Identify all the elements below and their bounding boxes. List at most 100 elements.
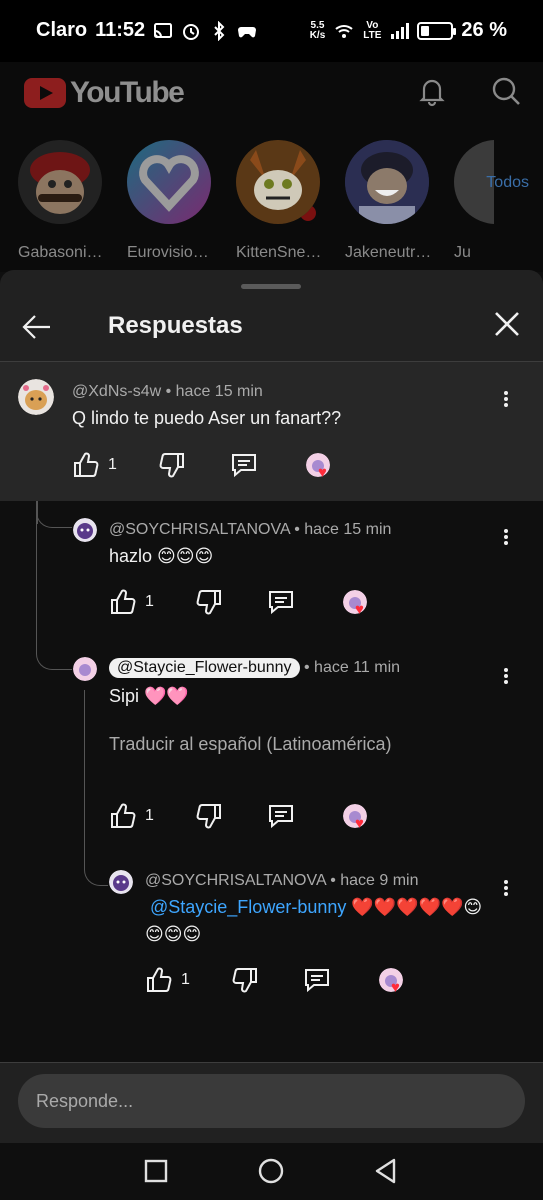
creator-heart-badge: ♥	[306, 453, 336, 483]
comment-text-line2: 😊😊😊	[145, 924, 202, 944]
thumbs-down-icon	[232, 968, 257, 993]
back-nav-icon[interactable]	[372, 1157, 400, 1185]
like-count: 1	[145, 593, 154, 610]
comment-time: hace 11 min	[314, 659, 401, 676]
more-options-icon[interactable]	[501, 878, 511, 902]
channel-item[interactable]: Ju	[454, 140, 494, 262]
mention-link[interactable]: @Staycie_Flower-bunny	[150, 897, 346, 917]
sheet-title: Respuestas	[108, 312, 243, 339]
like-count: 1	[145, 807, 154, 824]
comment-handle-highlighted[interactable]: @Staycie_Flower-bunny	[109, 658, 300, 678]
channel-avatar	[345, 140, 429, 224]
channel-item[interactable]: Eurovisio…	[127, 140, 319, 262]
game-controller-icon	[238, 26, 257, 37]
bell-icon[interactable]	[415, 74, 449, 108]
like-button[interactable]: 1	[109, 802, 154, 830]
replies-thread: @XdNs-s4w • hace 15 min Q lindo te puedo…	[0, 362, 543, 1062]
dislike-button[interactable]	[195, 802, 223, 830]
channel-item[interactable]: Gabasoni…	[18, 140, 108, 262]
thumbs-up-icon	[147, 967, 172, 992]
channel-avatar	[236, 140, 320, 224]
like-button[interactable]: 1	[72, 451, 117, 479]
thumbs-down-icon	[196, 590, 221, 615]
comment-actions: 1 ♥	[145, 966, 425, 1000]
youtube-logo[interactable]: YouTube	[24, 76, 185, 110]
dislike-button[interactable]	[195, 588, 223, 616]
volte-indicator: Vo LTE	[363, 19, 382, 41]
thumbs-down-icon	[196, 804, 221, 829]
avatar[interactable]	[18, 379, 54, 415]
comment-time: hace 15 min	[175, 383, 263, 400]
comment-actions: 1 ♥	[109, 588, 389, 622]
recents-icon[interactable]	[142, 1157, 170, 1185]
reply-button[interactable]	[303, 966, 331, 994]
thumbs-up-icon	[111, 589, 136, 614]
signal-icon	[391, 22, 410, 39]
reply-button[interactable]	[267, 588, 295, 616]
wifi-icon	[335, 24, 353, 38]
comment-handle[interactable]: @SOYCHRISALTANOVA	[145, 872, 326, 889]
channel-item[interactable]: Jakeneutr…	[345, 140, 435, 262]
creator-heart-badge: ♥	[379, 968, 409, 998]
battery-percent: 26 %	[461, 19, 507, 41]
more-options-icon[interactable]	[501, 527, 511, 551]
reply-button[interactable]	[230, 451, 258, 479]
alarm-icon	[183, 23, 200, 40]
channel-name: Eurovisio…	[127, 244, 209, 261]
sheet-header: Respuestas	[0, 300, 543, 360]
channel-name: KittenSne…	[236, 244, 322, 261]
comment-actions: 1 ♥	[109, 802, 389, 836]
reply-comment-icon	[232, 454, 256, 478]
heart-icon: ♥	[355, 815, 364, 832]
heart-icon: ♥	[391, 979, 400, 996]
comment-text: Sipi 🩷🩷	[109, 686, 189, 706]
clock: 11:52	[95, 19, 146, 41]
close-icon[interactable]	[493, 310, 521, 338]
comment-handle[interactable]: @SOYCHRISALTANOVA	[109, 521, 290, 538]
like-button[interactable]: 1	[109, 588, 154, 616]
channel-item[interactable]: KittenSne…	[236, 140, 326, 262]
dislike-button[interactable]	[158, 451, 186, 479]
comment-meta: @XdNs-s4w • hace 15 min	[72, 383, 263, 400]
reply-button[interactable]	[267, 802, 295, 830]
thumbs-down-icon	[159, 453, 184, 478]
channel-name: Ju	[454, 244, 471, 261]
translate-link[interactable]: Traducir al español (Latinoamérica)	[109, 734, 391, 755]
reply-composer	[0, 1063, 543, 1143]
bluetooth-icon	[214, 20, 225, 41]
creator-heart-badge: ♥	[343, 804, 373, 834]
like-count: 1	[108, 456, 117, 473]
avatar[interactable]	[73, 518, 97, 542]
youtube-header: YouTube Gabasoni… Eurovisio… KittenSne…	[0, 62, 543, 272]
comment-meta: @SOYCHRISALTANOVA • hace 9 min	[145, 872, 419, 889]
reply-comment-icon	[269, 805, 293, 829]
back-arrow-icon[interactable]	[20, 310, 54, 344]
like-count: 1	[181, 971, 190, 988]
youtube-wordmark: YouTube	[70, 76, 185, 109]
net-speed: 5.5 K/s	[309, 19, 326, 41]
avatar[interactable]	[109, 870, 133, 894]
avatar[interactable]	[73, 657, 97, 681]
all-channels-link[interactable]: Todos	[486, 174, 529, 192]
comment-text: hazlo 😊😊😊	[109, 546, 214, 566]
more-options-icon[interactable]	[501, 389, 511, 413]
search-icon[interactable]	[489, 74, 523, 108]
home-icon[interactable]	[257, 1157, 285, 1185]
comment-meta: @Staycie_Flower-bunny • hace 11 min	[109, 658, 400, 678]
status-right: 5.5 K/s Vo LTE 26 %	[310, 19, 507, 42]
comment-text: Q lindo te puedo Aser un fanart??	[72, 408, 342, 428]
comment-actions: 1 ♥	[72, 451, 352, 485]
reply-input[interactable]	[18, 1074, 525, 1128]
thumbs-up-icon	[74, 452, 99, 477]
channel-avatar	[18, 140, 102, 224]
dislike-button[interactable]	[231, 966, 259, 994]
heart-icon: ♥	[355, 601, 364, 618]
header-actions	[415, 74, 523, 108]
more-options-icon[interactable]	[501, 666, 511, 690]
comment-handle[interactable]: @XdNs-s4w	[72, 383, 161, 400]
comment-text: @Staycie_Flower-bunny ❤️❤️❤️❤️❤️😊	[150, 897, 482, 918]
drag-handle[interactable]	[241, 284, 301, 289]
like-button[interactable]: 1	[145, 966, 190, 994]
cast-icon	[154, 22, 173, 38]
status-bar: Claro 11:52 5.5 K/s Vo LTE 26 %	[0, 0, 543, 62]
